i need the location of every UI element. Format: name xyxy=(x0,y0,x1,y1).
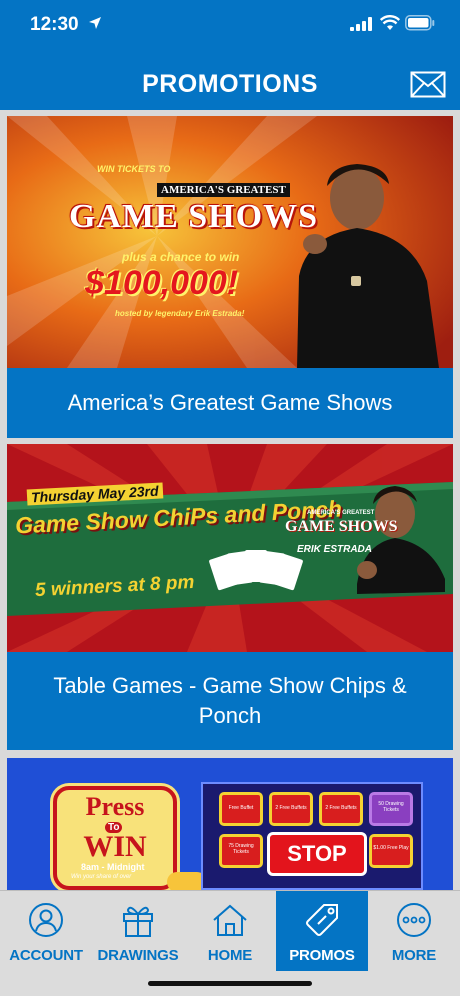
more-icon xyxy=(397,903,431,937)
promo-card-press-to-win[interactable]: Press To WIN 8am - Midnight Win your sha… xyxy=(7,758,453,890)
promo-card-game-shows[interactable]: WIN TICKETS TO AMERICA'S GREATEST GAME S… xyxy=(7,116,453,438)
promo-card-chips-ponch[interactable]: Thursday May 23rd Game Show ChiPs and Po… xyxy=(7,444,453,750)
status-time: 12:30 xyxy=(30,14,79,35)
tab-label: PROMOS xyxy=(289,947,355,964)
tile: 50 Drawing Tickets xyxy=(369,792,413,826)
promo-banner-chips-ponch[interactable]: Thursday May 23rd Game Show ChiPs and Po… xyxy=(7,444,453,652)
mail-icon[interactable] xyxy=(410,71,446,98)
battery-icon xyxy=(405,15,435,31)
gift-icon xyxy=(123,906,153,937)
tab-drawings[interactable]: DRAWINGS xyxy=(92,891,184,971)
tab-label: MORE xyxy=(391,947,437,964)
promo-kicker: WIN TICKETS TO xyxy=(97,164,171,174)
wifi-icon xyxy=(380,15,400,30)
account-icon xyxy=(29,903,63,937)
location-arrow-icon xyxy=(89,17,101,29)
promo-logo: GAME SHOWS xyxy=(285,518,398,535)
share-label: Win your share of over xyxy=(71,874,132,880)
page-title: PROMOTIONS xyxy=(142,70,318,98)
tag-icon xyxy=(306,904,338,936)
press-label: Press xyxy=(85,792,145,821)
status-bar: 12:30 xyxy=(0,0,460,48)
tab-more[interactable]: MORE xyxy=(368,891,460,971)
home-indicator[interactable] xyxy=(148,981,312,986)
promo-banner-game-shows[interactable]: WIN TICKETS TO AMERICA'S GREATEST GAME S… xyxy=(7,116,453,368)
promo-credit: hosted by legendary Erik Estrada! xyxy=(115,309,245,318)
header-bar: 12:30 PROMOTIONS xyxy=(0,0,460,110)
win-label: WIN xyxy=(83,830,147,863)
promo-amount: $100,000! xyxy=(85,264,239,302)
tab-label: DRAWINGS xyxy=(97,947,179,964)
tab-home[interactable]: HOME xyxy=(184,891,276,971)
promo-name: ERIK ESTRADA xyxy=(297,544,373,555)
tab-label: HOME xyxy=(207,947,253,964)
promo-headline: GAME SHOWS xyxy=(69,198,318,235)
tile: 2 Free Buffets xyxy=(319,792,363,826)
promo-subline: plus a chance to win xyxy=(122,250,240,264)
tile: Free Buffet xyxy=(219,792,263,826)
tile: 2 Free Buffets xyxy=(269,792,313,826)
tab-promos[interactable]: PROMOS xyxy=(276,891,368,971)
promo-caption[interactable]: Table Games - Game Show Chips & Ponch xyxy=(7,652,453,750)
promo-caption[interactable]: America’s Greatest Game Shows xyxy=(7,368,453,438)
cellular-signal-icon xyxy=(350,17,372,31)
tab-label: ACCOUNT xyxy=(9,947,83,964)
tab-account[interactable]: ACCOUNT xyxy=(0,891,92,971)
home-icon xyxy=(213,904,247,936)
stop-button-graphic: STOP xyxy=(267,832,367,876)
tile: 75 Drawing Tickets xyxy=(219,834,263,868)
game-board: Free Buffet 2 Free Buffets 2 Free Buffet… xyxy=(201,782,423,890)
hours-label: 8am - Midnight xyxy=(81,862,145,872)
promotions-list[interactable]: WIN TICKETS TO AMERICA'S GREATEST GAME S… xyxy=(0,110,460,890)
promo-brand: AMERICA'S GREATEST xyxy=(307,510,375,516)
tile: $1.00 Free Play xyxy=(369,834,413,868)
promo-brand: AMERICA'S GREATEST xyxy=(157,183,290,197)
promo-banner-press-to-win[interactable]: Press To WIN 8am - Midnight Win your sha… xyxy=(7,758,453,890)
